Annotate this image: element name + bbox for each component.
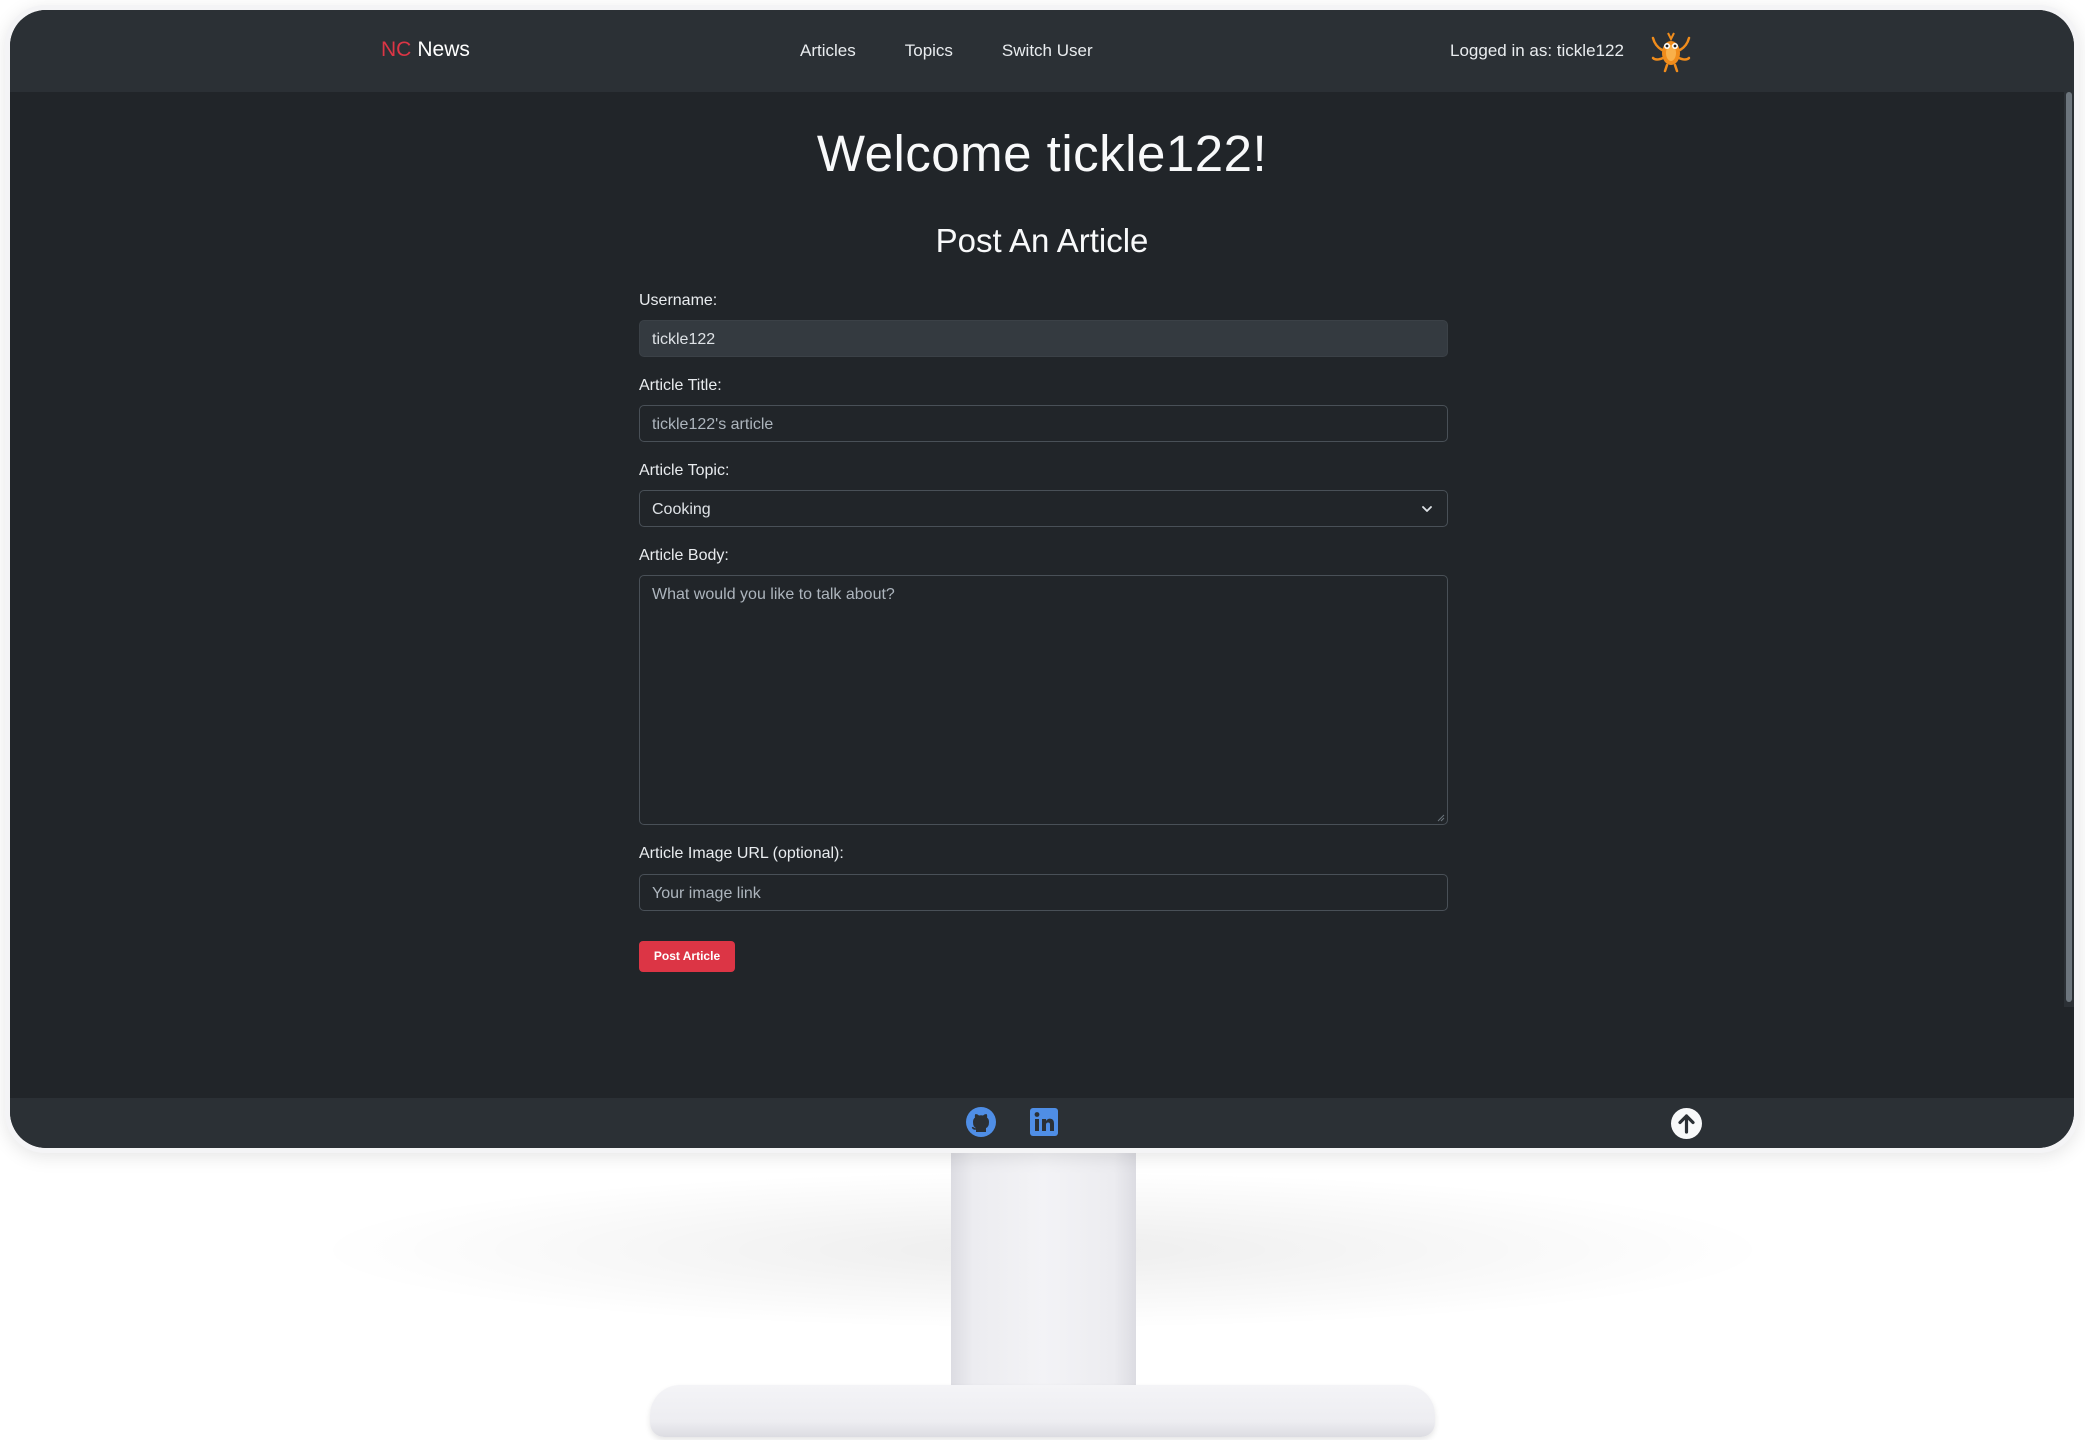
brand-prefix: NC [381, 38, 412, 61]
linkedin-icon[interactable] [1029, 1107, 1059, 1137]
resize-grip-icon[interactable] [1437, 814, 1445, 822]
nav-link-switch-user[interactable]: Switch User [1002, 41, 1093, 61]
article-title-input[interactable]: tickle122's article [639, 405, 1448, 442]
post-article-button[interactable]: Post Article [639, 941, 735, 972]
footer [10, 1098, 2074, 1148]
scroll-to-top-icon[interactable] [1670, 1107, 1703, 1140]
navbar: NC News Articles Topics Switch User Logge… [10, 10, 2074, 92]
post-article-heading: Post An Article [935, 222, 1149, 259]
article-image-input[interactable]: Your image link [639, 874, 1448, 911]
page-scrollbar[interactable] [2064, 92, 2074, 1007]
chevron-down-icon [1422, 506, 1432, 512]
article-body-placeholder: What would you like to talk about? [652, 586, 895, 603]
nav-links: Articles Topics Switch User [800, 41, 1093, 61]
nav-link-articles[interactable]: Articles [800, 41, 856, 61]
article-title-label: Article Title: [639, 377, 722, 394]
app-screen: NC News Articles Topics Switch User Logge… [10, 10, 2074, 1148]
avatar-icon[interactable] [1647, 26, 1695, 74]
logged-in-status: Logged in as: tickle122 [1450, 41, 1624, 60]
article-image-label: Article Image URL (optional): [639, 845, 844, 862]
device-mockup: NC News Articles Topics Switch User Logge… [0, 0, 2085, 1440]
monitor-stand-base [650, 1385, 1435, 1437]
monitor-stand-neck [951, 1153, 1136, 1408]
article-topic-value: Cooking [652, 501, 711, 518]
brand-logo[interactable]: NC News [381, 38, 470, 62]
github-icon[interactable] [965, 1106, 997, 1138]
article-body-textarea[interactable]: What would you like to talk about? [639, 575, 1448, 825]
brand-name: News [417, 38, 470, 61]
nav-link-topics[interactable]: Topics [905, 41, 953, 61]
username-label: Username: [639, 292, 718, 309]
article-topic-label: Article Topic: [639, 462, 730, 479]
scrollbar-thumb[interactable] [2066, 92, 2072, 1002]
monitor-bezel: NC News Articles Topics Switch User Logge… [5, 5, 2079, 1153]
welcome-heading: Welcome tickle122! [816, 125, 1268, 182]
username-field: tickle122 [639, 320, 1448, 357]
article-topic-select[interactable]: Cooking [639, 490, 1448, 527]
article-body-label: Article Body: [639, 547, 729, 564]
